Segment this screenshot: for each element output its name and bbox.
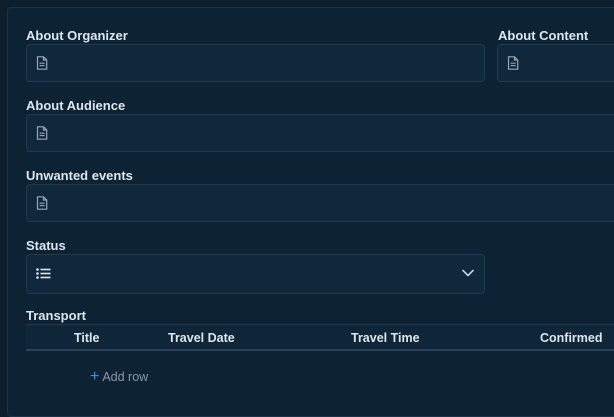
plus-icon: +: [90, 368, 100, 385]
document-icon: [36, 56, 48, 70]
list-icon: [36, 268, 51, 279]
unwanted-events-field[interactable]: [26, 184, 614, 222]
column-header-travel-time[interactable]: Travel Time: [351, 331, 420, 345]
about-audience-field[interactable]: [26, 114, 614, 152]
add-row-button[interactable]: + Add row: [90, 368, 148, 386]
document-icon: [36, 196, 48, 210]
about-organizer-field[interactable]: [26, 44, 485, 82]
status-select[interactable]: [26, 254, 485, 294]
about-content-field[interactable]: [497, 44, 614, 82]
column-header-title[interactable]: Title: [74, 331, 99, 345]
about-audience-label: About Audience: [26, 98, 126, 113]
unwanted-events-label: Unwanted events: [26, 168, 133, 183]
status-label: Status: [26, 238, 66, 253]
about-content-label: About Content: [498, 28, 589, 43]
document-icon: [36, 126, 48, 140]
document-icon: [507, 56, 519, 70]
chevron-down-icon[interactable]: [462, 269, 474, 277]
add-row-label: Add row: [102, 370, 149, 384]
column-header-travel-date[interactable]: Travel Date: [168, 331, 235, 345]
transport-label: Transport: [26, 308, 86, 323]
about-organizer-label: About Organizer: [26, 28, 128, 43]
transport-table-header: Title Travel Date Travel Time Confirmed: [26, 324, 614, 351]
column-header-confirmed[interactable]: Confirmed: [540, 331, 603, 345]
